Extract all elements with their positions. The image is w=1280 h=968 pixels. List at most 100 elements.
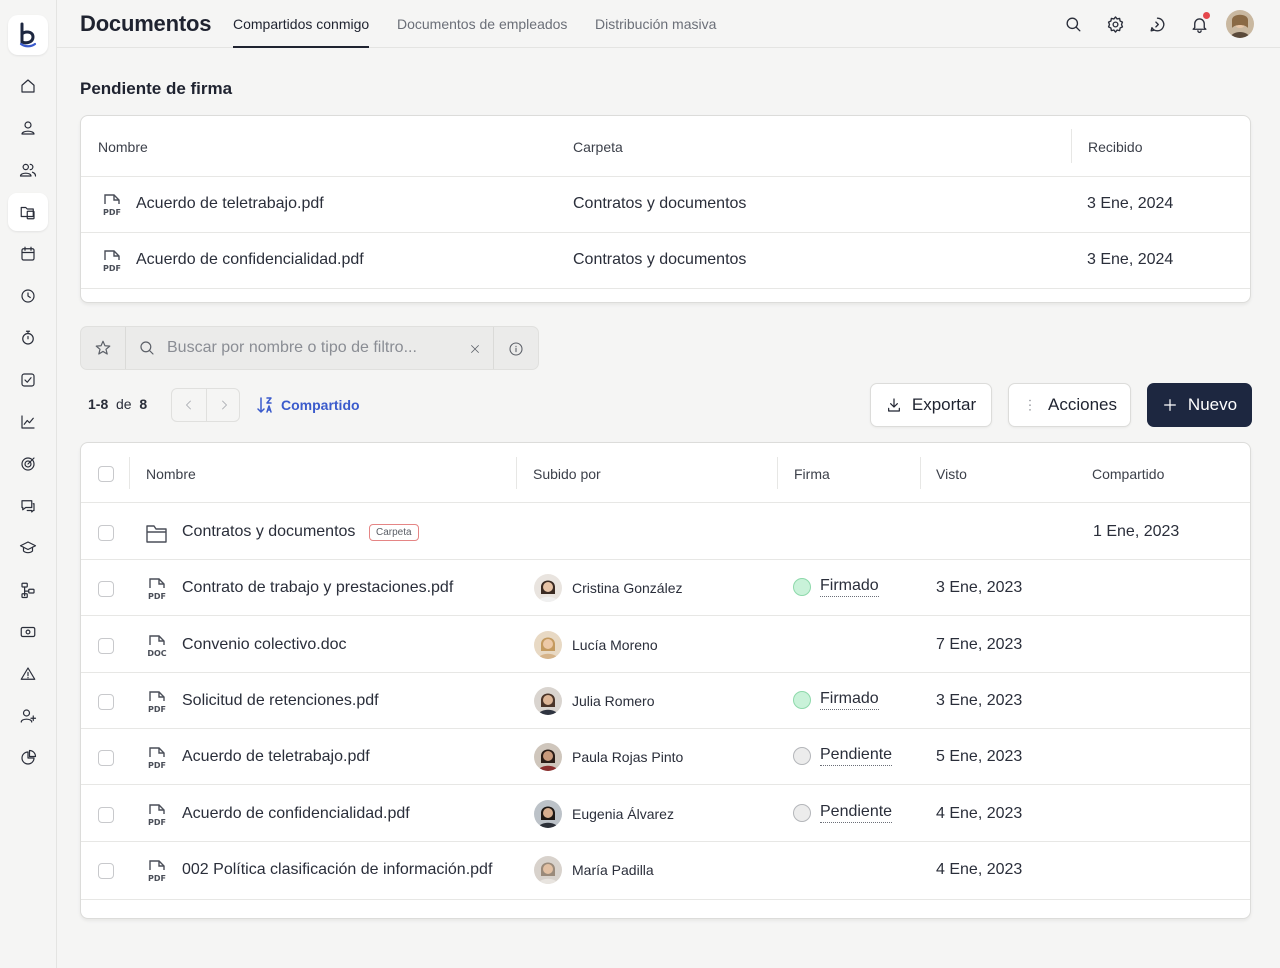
sidebar-item-documents[interactable] — [8, 193, 48, 231]
row-divider — [81, 899, 1250, 900]
sidebar-item-analytics[interactable] — [8, 739, 48, 777]
folder-name[interactable]: Contratos y documentos — [182, 523, 355, 541]
sidebar-item-reports[interactable] — [8, 403, 48, 441]
signature-status[interactable]: Firmado — [793, 577, 879, 597]
uploader-name: Paula Rojas Pinto — [572, 749, 684, 765]
file-name[interactable]: Acuerdo de confidencialidad.pdf — [136, 251, 364, 269]
sort-icon — [257, 397, 272, 413]
stopwatch-icon — [22, 330, 34, 345]
favorite-filter-button[interactable] — [91, 338, 115, 358]
row-divider — [81, 288, 1250, 289]
actions-button[interactable]: Acciones — [1008, 383, 1131, 427]
new-button[interactable]: Nuevo — [1147, 383, 1252, 427]
sidebar-item-org[interactable] — [8, 571, 48, 609]
row-divider — [81, 841, 1250, 842]
row-divider — [81, 672, 1250, 673]
column-header-folder[interactable]: Carpeta — [573, 139, 623, 155]
column-divider — [920, 457, 921, 489]
uploader: Cristina González — [534, 574, 683, 602]
column-header-signature[interactable]: Firma — [794, 466, 830, 482]
search-icon — [140, 341, 154, 355]
shared-date: 1 Ene, 2023 — [1093, 523, 1180, 540]
svg-text:DOC: DOC — [147, 649, 166, 658]
star-icon — [95, 340, 111, 355]
tab-employee-documents[interactable]: Documentos de empleados — [397, 16, 567, 48]
tab-mass-distribution[interactable]: Distribución masiva — [595, 16, 716, 48]
settings-icon — [1107, 15, 1123, 33]
search-icon-wrap — [136, 338, 158, 358]
signature-status[interactable]: Pendiente — [793, 746, 893, 766]
file-name[interactable]: Acuerdo de teletrabajo.pdf — [182, 748, 370, 766]
uploader-avatar — [534, 743, 562, 771]
sidebar-item-people[interactable] — [8, 151, 48, 189]
sidebar-item-calendar[interactable] — [8, 235, 48, 273]
column-header-seen[interactable]: Visto — [936, 466, 967, 482]
sort-button[interactable]: Compartido — [257, 395, 360, 415]
more-vertical-icon — [1029, 399, 1031, 411]
header-settings-button[interactable] — [1103, 12, 1127, 36]
file-name[interactable]: Convenio colectivo.doc — [182, 636, 347, 654]
column-header-name[interactable]: Nombre — [146, 466, 196, 482]
doc-file-icon: DOC — [145, 633, 169, 659]
export-button[interactable]: Exportar — [870, 383, 992, 427]
search-info-button[interactable] — [506, 339, 526, 359]
header-search-button[interactable] — [1061, 12, 1085, 36]
tab-shared-with-me[interactable]: Compartidos conmigo — [233, 16, 370, 48]
user-avatar — [1226, 10, 1254, 38]
header-messages-button[interactable] — [1145, 12, 1169, 36]
sidebar — [0, 0, 57, 968]
sidebar-item-timer[interactable] — [8, 319, 48, 357]
new-label: Nuevo — [1187, 395, 1238, 414]
divider — [493, 327, 494, 369]
row-checkbox[interactable] — [98, 638, 114, 654]
column-header-shared[interactable]: Compartido — [1092, 466, 1164, 482]
svg-text:PDF: PDF — [148, 592, 166, 601]
column-header-received[interactable]: Recibido — [1088, 139, 1142, 155]
signature-status[interactable]: Pendiente — [793, 803, 893, 823]
app-logo[interactable] — [8, 15, 48, 55]
file-name[interactable]: 002 Política clasificación de informació… — [182, 861, 492, 879]
uploader: Paula Rojas Pinto — [534, 743, 683, 771]
prev-page-button[interactable] — [172, 389, 206, 421]
file-name[interactable]: Acuerdo de confidencialidad.pdf — [182, 805, 410, 823]
user-icon — [21, 121, 35, 135]
add-user-icon — [20, 709, 37, 723]
row-divider — [81, 615, 1250, 616]
file-name[interactable]: Acuerdo de teletrabajo.pdf — [136, 195, 324, 213]
svg-text:PDF: PDF — [103, 264, 121, 273]
user-avatar-button[interactable] — [1226, 10, 1254, 38]
signature-status[interactable]: Firmado — [793, 690, 879, 710]
search-input[interactable]: Buscar por nombre o tipo de filtro... — [167, 339, 417, 357]
file-name[interactable]: Contrato de trabajo y prestaciones.pdf — [182, 579, 453, 597]
sidebar-item-tasks[interactable] — [8, 361, 48, 399]
row-checkbox[interactable] — [98, 863, 114, 879]
download-icon — [887, 398, 900, 412]
header-notifications-button[interactable] — [1187, 12, 1211, 36]
clear-search-button[interactable] — [466, 340, 484, 358]
uploader: María Padilla — [534, 856, 654, 884]
row-checkbox[interactable] — [98, 694, 114, 710]
file-name[interactable]: Solicitud de retenciones.pdf — [182, 692, 379, 710]
row-checkbox[interactable] — [98, 750, 114, 766]
export-label: Exportar — [911, 395, 977, 414]
next-page-button[interactable] — [207, 389, 241, 421]
pending-status-icon — [793, 747, 811, 765]
sidebar-item-goals[interactable] — [8, 445, 48, 483]
sidebar-item-payroll[interactable] — [8, 613, 48, 651]
row-checkbox[interactable] — [98, 525, 114, 541]
sidebar-item-time[interactable] — [8, 277, 48, 315]
select-all-checkbox[interactable] — [98, 466, 114, 482]
notification-dot — [1203, 12, 1210, 19]
sidebar-item-profile[interactable] — [8, 109, 48, 147]
column-header-uploaded-by[interactable]: Subido por — [533, 466, 601, 482]
signature-label: Pendiente — [820, 803, 893, 823]
uploader-name: Julia Romero — [572, 693, 655, 709]
row-checkbox[interactable] — [98, 807, 114, 823]
sidebar-item-home[interactable] — [8, 67, 48, 105]
sidebar-item-onboarding[interactable] — [8, 697, 48, 735]
column-header-name[interactable]: Nombre — [98, 139, 148, 155]
row-checkbox[interactable] — [98, 581, 114, 597]
sidebar-item-training[interactable] — [8, 529, 48, 567]
sidebar-item-chat[interactable] — [8, 487, 48, 525]
sidebar-item-alerts[interactable] — [8, 655, 48, 693]
